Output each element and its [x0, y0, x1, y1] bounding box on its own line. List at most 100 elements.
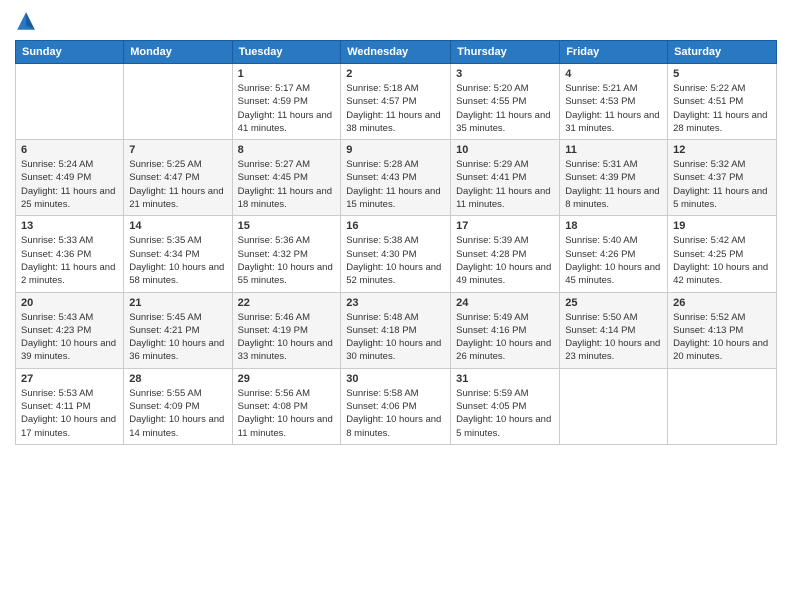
day-number: 3 — [456, 68, 554, 80]
calendar-cell: 6Sunrise: 5:24 AM Sunset: 4:49 PM Daylig… — [16, 140, 124, 216]
calendar-week-row: 27 Sunrise: 5:53 AM Sunset: 4:11 PM Dayli… — [16, 368, 777, 444]
calendar-cell: 13 Sunrise: 5:33 AM Sunset: 4:36 PM Dayli… — [16, 216, 124, 292]
calendar-cell: 11Sunrise: 5:31 AM Sunset: 4:39 PM Dayli… — [560, 140, 668, 216]
calendar-week-row: 1 Sunrise: 5:17 AM Sunset: 4:59 PM Daylig… — [16, 64, 777, 140]
day-info: Sunrise: 5:46 AM Sunset: 4:19 PM Dayligh… — [238, 311, 336, 364]
calendar-cell: 10 Sunrise: 5:29 AM Sunset: 4:41 PM Dayli… — [451, 140, 560, 216]
day-number: 29 — [238, 373, 336, 385]
day-number: 26 — [673, 297, 771, 309]
calendar-cell: 17 Sunrise: 5:39 AM Sunset: 4:28 PM Dayli… — [451, 216, 560, 292]
calendar-cell: 23 Sunrise: 5:48 AM Sunset: 4:18 PM Dayli… — [341, 292, 451, 368]
calendar-cell: 24 Sunrise: 5:49 AM Sunset: 4:16 PM Dayli… — [451, 292, 560, 368]
day-number: 21 — [129, 297, 226, 309]
day-info: Sunrise: 5:38 AM Sunset: 4:30 PM Dayligh… — [346, 234, 445, 287]
day-info: Sunrise: 5:50 AM Sunset: 4:14 PM Dayligh… — [565, 311, 662, 364]
day-number: 10 — [456, 144, 554, 156]
calendar-cell — [16, 64, 124, 140]
day-number: 24 — [456, 297, 554, 309]
day-info: Sunrise: 5:56 AM Sunset: 4:08 PM Dayligh… — [238, 387, 336, 440]
calendar-cell: 26 Sunrise: 5:52 AM Sunset: 4:13 PM Dayli… — [668, 292, 777, 368]
day-number: 5 — [673, 68, 771, 80]
calendar-cell: 5 Sunrise: 5:22 AM Sunset: 4:51 PM Daylig… — [668, 64, 777, 140]
day-info: Sunrise: 5:52 AM Sunset: 4:13 PM Dayligh… — [673, 311, 771, 364]
day-info: Sunrise: 5:42 AM Sunset: 4:25 PM Dayligh… — [673, 234, 771, 287]
calendar-cell: 25 Sunrise: 5:50 AM Sunset: 4:14 PM Dayli… — [560, 292, 668, 368]
calendar-cell: 18 Sunrise: 5:40 AM Sunset: 4:26 PM Dayli… — [560, 216, 668, 292]
day-number: 25 — [565, 297, 662, 309]
day-info: Sunrise: 5:25 AM Sunset: 4:47 PM Dayligh… — [129, 158, 226, 211]
logo-icon — [15, 10, 37, 32]
col-header-tuesday: Tuesday — [232, 41, 341, 64]
day-info: Sunrise: 5:39 AM Sunset: 4:28 PM Dayligh… — [456, 234, 554, 287]
day-number: 14 — [129, 220, 226, 232]
calendar-cell — [668, 368, 777, 444]
page: SundayMondayTuesdayWednesdayThursdayFrid… — [0, 0, 792, 612]
day-number: 18 — [565, 220, 662, 232]
calendar-cell: 20 Sunrise: 5:43 AM Sunset: 4:23 PM Dayli… — [16, 292, 124, 368]
day-info: Sunrise: 5:36 AM Sunset: 4:32 PM Dayligh… — [238, 234, 336, 287]
day-number: 12 — [673, 144, 771, 156]
day-info: Sunrise: 5:33 AM Sunset: 4:36 PM Dayligh… — [21, 234, 118, 287]
day-number: 1 — [238, 68, 336, 80]
day-info: Sunrise: 5:32 AM Sunset: 4:37 PM Dayligh… — [673, 158, 771, 211]
day-info: Sunrise: 5:21 AM Sunset: 4:53 PM Dayligh… — [565, 82, 662, 135]
calendar-cell: 27 Sunrise: 5:53 AM Sunset: 4:11 PM Dayli… — [16, 368, 124, 444]
day-info: Sunrise: 5:55 AM Sunset: 4:09 PM Dayligh… — [129, 387, 226, 440]
calendar-cell: 4Sunrise: 5:21 AM Sunset: 4:53 PM Daylig… — [560, 64, 668, 140]
day-number: 7 — [129, 144, 226, 156]
day-number: 8 — [238, 144, 336, 156]
day-number: 9 — [346, 144, 445, 156]
col-header-wednesday: Wednesday — [341, 41, 451, 64]
day-number: 23 — [346, 297, 445, 309]
calendar-cell: 16Sunrise: 5:38 AM Sunset: 4:30 PM Dayli… — [341, 216, 451, 292]
day-info: Sunrise: 5:48 AM Sunset: 4:18 PM Dayligh… — [346, 311, 445, 364]
day-number: 31 — [456, 373, 554, 385]
calendar-cell — [560, 368, 668, 444]
day-number: 15 — [238, 220, 336, 232]
day-info: Sunrise: 5:49 AM Sunset: 4:16 PM Dayligh… — [456, 311, 554, 364]
calendar-cell — [124, 64, 232, 140]
day-info: Sunrise: 5:27 AM Sunset: 4:45 PM Dayligh… — [238, 158, 336, 211]
calendar-week-row: 6Sunrise: 5:24 AM Sunset: 4:49 PM Daylig… — [16, 140, 777, 216]
calendar-week-row: 13 Sunrise: 5:33 AM Sunset: 4:36 PM Dayli… — [16, 216, 777, 292]
header — [15, 10, 777, 32]
calendar-cell: 22Sunrise: 5:46 AM Sunset: 4:19 PM Dayli… — [232, 292, 341, 368]
calendar-cell: 15 Sunrise: 5:36 AM Sunset: 4:32 PM Dayli… — [232, 216, 341, 292]
calendar-cell: 30Sunrise: 5:58 AM Sunset: 4:06 PM Dayli… — [341, 368, 451, 444]
calendar-cell: 14Sunrise: 5:35 AM Sunset: 4:34 PM Dayli… — [124, 216, 232, 292]
day-number: 19 — [673, 220, 771, 232]
calendar-cell: 1 Sunrise: 5:17 AM Sunset: 4:59 PM Daylig… — [232, 64, 341, 140]
calendar-cell: 28Sunrise: 5:55 AM Sunset: 4:09 PM Dayli… — [124, 368, 232, 444]
calendar-cell: 31Sunrise: 5:59 AM Sunset: 4:05 PM Dayli… — [451, 368, 560, 444]
day-info: Sunrise: 5:45 AM Sunset: 4:21 PM Dayligh… — [129, 311, 226, 364]
col-header-sunday: Sunday — [16, 41, 124, 64]
day-number: 11 — [565, 144, 662, 156]
day-info: Sunrise: 5:40 AM Sunset: 4:26 PM Dayligh… — [565, 234, 662, 287]
day-info: Sunrise: 5:17 AM Sunset: 4:59 PM Dayligh… — [238, 82, 336, 135]
day-info: Sunrise: 5:20 AM Sunset: 4:55 PM Dayligh… — [456, 82, 554, 135]
col-header-monday: Monday — [124, 41, 232, 64]
calendar-table: SundayMondayTuesdayWednesdayThursdayFrid… — [15, 40, 777, 445]
day-number: 2 — [346, 68, 445, 80]
calendar-cell: 2 Sunrise: 5:18 AM Sunset: 4:57 PM Daylig… — [341, 64, 451, 140]
day-number: 13 — [21, 220, 118, 232]
day-number: 27 — [21, 373, 118, 385]
day-info: Sunrise: 5:29 AM Sunset: 4:41 PM Dayligh… — [456, 158, 554, 211]
day-info: Sunrise: 5:43 AM Sunset: 4:23 PM Dayligh… — [21, 311, 118, 364]
col-header-friday: Friday — [560, 41, 668, 64]
day-number: 20 — [21, 297, 118, 309]
day-number: 17 — [456, 220, 554, 232]
calendar-cell: 9Sunrise: 5:28 AM Sunset: 4:43 PM Daylig… — [341, 140, 451, 216]
calendar-cell: 7 Sunrise: 5:25 AM Sunset: 4:47 PM Daylig… — [124, 140, 232, 216]
logo — [15, 10, 41, 32]
col-header-thursday: Thursday — [451, 41, 560, 64]
calendar-cell: 3 Sunrise: 5:20 AM Sunset: 4:55 PM Daylig… — [451, 64, 560, 140]
day-number: 6 — [21, 144, 118, 156]
calendar-cell: 12 Sunrise: 5:32 AM Sunset: 4:37 PM Dayli… — [668, 140, 777, 216]
day-info: Sunrise: 5:53 AM Sunset: 4:11 PM Dayligh… — [21, 387, 118, 440]
day-info: Sunrise: 5:18 AM Sunset: 4:57 PM Dayligh… — [346, 82, 445, 135]
day-info: Sunrise: 5:22 AM Sunset: 4:51 PM Dayligh… — [673, 82, 771, 135]
calendar-header-row: SundayMondayTuesdayWednesdayThursdayFrid… — [16, 41, 777, 64]
calendar-cell: 19 Sunrise: 5:42 AM Sunset: 4:25 PM Dayli… — [668, 216, 777, 292]
calendar-cell: 21 Sunrise: 5:45 AM Sunset: 4:21 PM Dayli… — [124, 292, 232, 368]
